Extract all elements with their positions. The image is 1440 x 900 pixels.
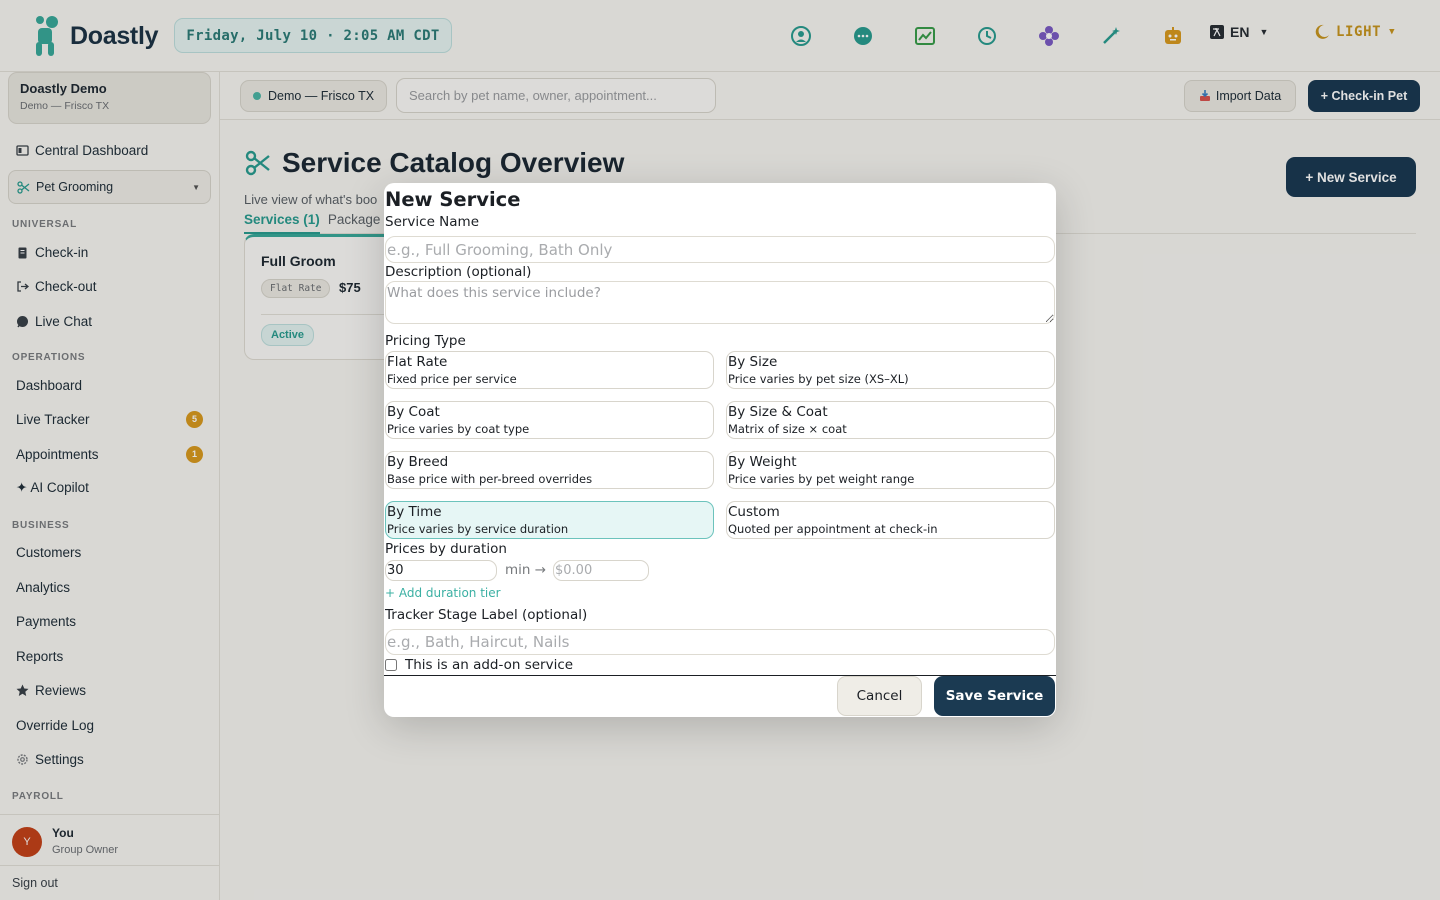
option-title: By Breed [387,454,449,470]
tracker-stage-label: Tracker Stage Label (optional) [385,607,588,623]
dialog-title: New Service [385,188,521,211]
pricing-option-by-size[interactable]: By Size Price varies by pet size (XS–XL) [726,351,1055,389]
duration-minutes-input[interactable] [385,560,497,581]
option-title: By Weight [728,454,797,470]
option-description: Base price with per-breed overrides [387,472,593,486]
pricing-option-by-size-coat[interactable]: By Size & Coat Matrix of size × coat [726,401,1055,439]
new-service-dialog: New Service Service Name Description (op… [384,183,1056,717]
pricing-option-by-breed[interactable]: By Breed Base price with per-breed overr… [385,451,714,489]
option-description: Quoted per appointment at check-in [728,522,938,536]
option-description: Price varies by pet weight range [728,472,915,486]
prices-by-duration-label: Prices by duration [385,541,507,557]
description-textarea[interactable] [385,281,1055,324]
pricing-type-label: Pricing Type [385,333,466,349]
service-name-label: Service Name [385,214,480,230]
cancel-button[interactable]: Cancel [837,676,922,716]
option-title: By Coat [387,404,440,420]
service-name-input[interactable] [385,236,1055,263]
option-description: Price varies by coat type [387,422,530,436]
tracker-stage-input[interactable] [385,629,1055,655]
pricing-option-by-coat[interactable]: By Coat Price varies by coat type [385,401,714,439]
add-duration-tier-link[interactable]: + Add duration tier [385,586,501,600]
pricing-option-by-time[interactable]: By Time Price varies by service duration [385,501,714,539]
option-title: Custom [728,504,780,520]
addon-checkbox-row[interactable]: This is an add-on service [385,657,573,673]
option-description: Matrix of size × coat [728,422,847,436]
option-title: By Size & Coat [728,404,828,420]
addon-label: This is an add-on service [405,657,574,673]
pricing-option-by-weight[interactable]: By Weight Price varies by pet weight ran… [726,451,1055,489]
option-title: By Size [728,354,778,370]
pricing-option-custom[interactable]: Custom Quoted per appointment at check-i… [726,501,1055,539]
option-description: Price varies by service duration [387,522,569,536]
addon-checkbox[interactable] [385,659,397,671]
pricing-option-flat-rate[interactable]: Flat Rate Fixed price per service [385,351,714,389]
description-label: Description (optional) [385,264,532,280]
option-title: Flat Rate [387,354,448,370]
save-service-button[interactable]: Save Service [934,676,1055,716]
option-description: Price varies by pet size (XS–XL) [728,372,909,386]
duration-unit-label: min → [505,562,547,578]
duration-price-input[interactable] [553,560,649,581]
option-description: Fixed price per service [387,372,517,386]
option-title: By Time [387,504,442,520]
